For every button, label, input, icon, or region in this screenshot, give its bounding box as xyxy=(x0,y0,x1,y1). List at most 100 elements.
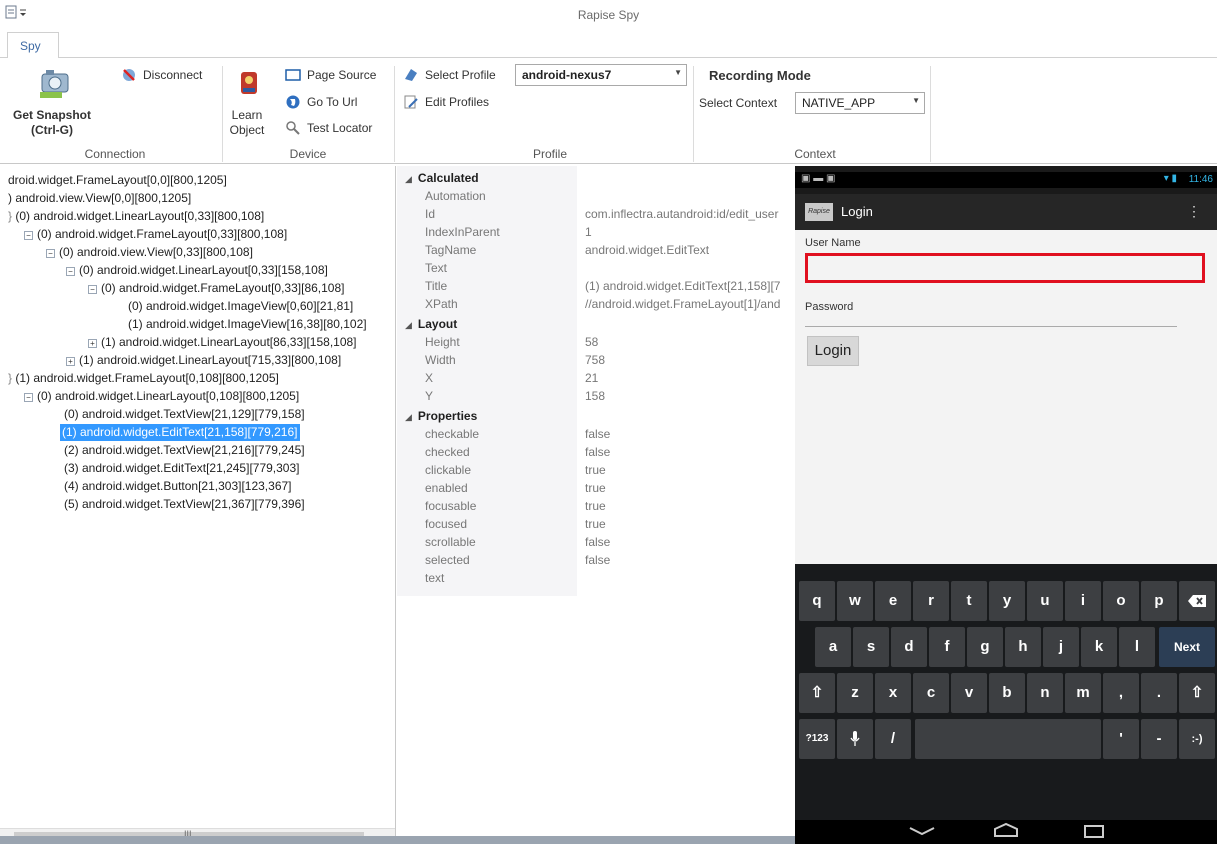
select-profile-button[interactable]: Select Profile xyxy=(403,67,496,83)
app-logo-icon[interactable]: Rapise xyxy=(805,203,833,221)
category-calculated[interactable]: ◢ Calculated xyxy=(405,170,479,187)
property-row[interactable]: Height 58 xyxy=(397,334,795,350)
key-p[interactable]: p xyxy=(1141,581,1177,621)
key-slash[interactable]: / xyxy=(875,719,911,759)
key-v[interactable]: v xyxy=(951,673,987,713)
key-u[interactable]: u xyxy=(1027,581,1063,621)
key-period[interactable]: . xyxy=(1141,673,1177,713)
tree-item[interactable]: (3) android.widget.EditText[21,245][779,… xyxy=(64,460,300,477)
key-l[interactable]: l xyxy=(1119,627,1155,667)
key-w[interactable]: w xyxy=(837,581,873,621)
collapse-icon[interactable]: − xyxy=(24,393,33,402)
property-row[interactable]: IndexInParent 1 xyxy=(397,224,795,240)
property-row[interactable]: Y 158 xyxy=(397,388,795,404)
backspace-key[interactable] xyxy=(1179,581,1215,621)
tree-item[interactable]: } (0) android.widget.LinearLayout[0,33][… xyxy=(8,208,264,225)
context-dropdown[interactable]: NATIVE_APP ▼ xyxy=(795,92,925,114)
overflow-menu-icon[interactable]: ⋮ xyxy=(1187,203,1201,220)
key-apostrophe[interactable]: ' xyxy=(1103,719,1139,759)
key-d[interactable]: d xyxy=(891,627,927,667)
property-row[interactable]: Id com.inflectra.autandroid:id/edit_user xyxy=(397,206,795,222)
tree-item[interactable]: droid.widget.FrameLayout[0,0][800,1205] xyxy=(8,172,227,189)
element-tree-panel[interactable]: droid.widget.FrameLayout[0,0][800,1205] … xyxy=(0,166,396,844)
property-row[interactable]: checked false xyxy=(397,444,795,460)
key-x[interactable]: x xyxy=(875,673,911,713)
profile-dropdown[interactable]: android-nexus7 ▼ xyxy=(515,64,687,86)
disconnect-button[interactable]: Disconnect xyxy=(121,67,202,83)
property-row[interactable]: selected false xyxy=(397,552,795,568)
property-row[interactable]: checkable false xyxy=(397,426,795,442)
tree-item[interactable]: (5) android.widget.TextView[21,367][779,… xyxy=(64,496,305,513)
shift-key[interactable]: ⇧ xyxy=(799,673,835,713)
space-key[interactable] xyxy=(915,719,1101,759)
properties-panel[interactable]: ◢ Calculated Automation Id com.inflectra.a… xyxy=(397,166,795,844)
get-snapshot-button[interactable]: Get Snapshot (Ctrl-G) xyxy=(8,62,96,142)
property-row[interactable]: enabled true xyxy=(397,480,795,496)
tree-item[interactable]: (4) android.widget.Button[21,303][123,36… xyxy=(64,478,292,495)
property-row[interactable]: X 21 xyxy=(397,370,795,386)
selected-element-highlight[interactable] xyxy=(805,253,1205,283)
tree-item[interactable]: ) android.view.View[0,0][800,1205] xyxy=(8,190,191,207)
microphone-icon[interactable] xyxy=(837,719,873,759)
test-locator-button[interactable]: Test Locator xyxy=(285,120,372,136)
page-source-button[interactable]: Page Source xyxy=(285,67,376,83)
key-y[interactable]: y xyxy=(989,581,1025,621)
expand-icon[interactable]: + xyxy=(66,357,75,366)
collapse-icon[interactable]: − xyxy=(46,249,55,258)
tree-item[interactable]: − (0) android.widget.LinearLayout[0,108][… xyxy=(24,388,299,405)
learn-object-button[interactable]: Learn Object xyxy=(228,62,266,142)
property-row[interactable]: text xyxy=(397,570,795,586)
device-screenshot[interactable]: ▣ ▬ ▣ ▾ ▮ 11:46 Rapise Login ⋮ User Name… xyxy=(795,166,1217,844)
key-comma[interactable]: , xyxy=(1103,673,1139,713)
smiley-key[interactable]: :-) xyxy=(1179,719,1215,759)
go-to-url-button[interactable]: Go To Url xyxy=(285,94,357,110)
tree-item[interactable]: } (1) android.widget.FrameLayout[0,108][… xyxy=(8,370,279,387)
edit-profiles-button[interactable]: Edit Profiles xyxy=(403,94,489,110)
property-row[interactable]: Text xyxy=(397,260,795,276)
category-properties[interactable]: ◢ Properties xyxy=(405,408,477,425)
symbols-key[interactable]: ?123 xyxy=(799,719,835,759)
key-a[interactable]: a xyxy=(815,627,851,667)
tab-spy[interactable]: Spy xyxy=(7,32,59,59)
tree-item[interactable]: + (1) android.widget.LinearLayout[715,33]… xyxy=(66,352,341,369)
key-t[interactable]: t xyxy=(951,581,987,621)
property-row[interactable]: clickable true xyxy=(397,462,795,478)
key-o[interactable]: o xyxy=(1103,581,1139,621)
tree-item[interactable]: − (0) android.widget.FrameLayout[0,33][86… xyxy=(88,280,344,297)
key-f[interactable]: f xyxy=(929,627,965,667)
collapse-icon[interactable]: − xyxy=(66,267,75,276)
key-z[interactable]: z xyxy=(837,673,873,713)
collapse-icon[interactable]: − xyxy=(24,231,33,240)
key-e[interactable]: e xyxy=(875,581,911,621)
property-row[interactable]: Title (1) android.widget.EditText[21,158]… xyxy=(397,278,795,294)
property-row[interactable]: TagName android.widget.EditText xyxy=(397,242,795,258)
key-j[interactable]: j xyxy=(1043,627,1079,667)
property-row[interactable]: focusable true xyxy=(397,498,795,514)
key-m[interactable]: m xyxy=(1065,673,1101,713)
property-row[interactable]: scrollable false xyxy=(397,534,795,550)
tree-item[interactable]: − (0) android.view.View[0,33][800,108] xyxy=(46,244,253,261)
tree-item[interactable]: − (0) android.widget.FrameLayout[0,33][80… xyxy=(24,226,287,243)
tree-item[interactable]: (0) android.widget.TextView[21,129][779,… xyxy=(64,406,305,423)
key-q[interactable]: q xyxy=(799,581,835,621)
key-h[interactable]: h xyxy=(1005,627,1041,667)
property-row[interactable]: Width 758 xyxy=(397,352,795,368)
tree-item[interactable]: (0) android.widget.ImageView[0,60][21,81… xyxy=(128,298,353,315)
key-s[interactable]: s xyxy=(853,627,889,667)
key-g[interactable]: g xyxy=(967,627,1003,667)
tree-item[interactable]: (2) android.widget.TextView[21,216][779,… xyxy=(64,442,305,459)
key-k[interactable]: k xyxy=(1081,627,1117,667)
property-row[interactable]: focused true xyxy=(397,516,795,532)
tree-item[interactable]: (1) android.widget.ImageView[16,38][80,1… xyxy=(128,316,367,333)
category-layout[interactable]: ◢ Layout xyxy=(405,316,457,333)
property-row[interactable]: Automation xyxy=(397,188,795,204)
property-row[interactable]: XPath//android.widget.FrameLayout[1]/and xyxy=(397,296,795,312)
login-button[interactable]: Login xyxy=(807,336,859,366)
key-c[interactable]: c xyxy=(913,673,949,713)
key-i[interactable]: i xyxy=(1065,581,1101,621)
key-n[interactable]: n xyxy=(1027,673,1063,713)
tree-item[interactable]: + (1) android.widget.LinearLayout[86,33][… xyxy=(88,334,357,351)
key-dash[interactable]: - xyxy=(1141,719,1177,759)
next-key[interactable]: Next xyxy=(1159,627,1215,667)
expand-icon[interactable]: + xyxy=(88,339,97,348)
